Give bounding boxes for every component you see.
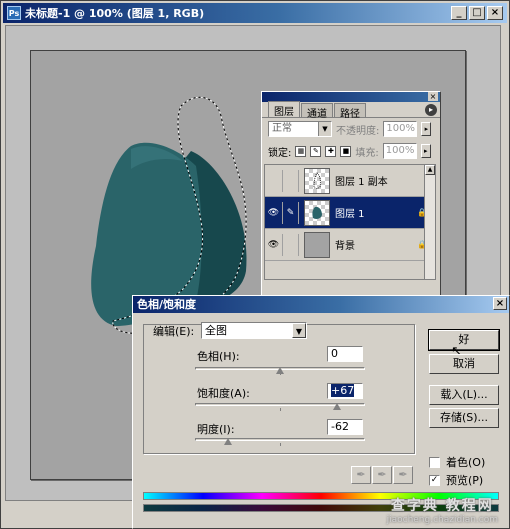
preview-box[interactable]: ✓ [429,474,440,486]
watermark-title: 查字典 教程网 [390,498,494,514]
eye-icon[interactable]: 👁 [265,233,283,256]
tab-layers[interactable]: 图层 [268,101,300,118]
edit-select[interactable]: 全图 ▼ [201,322,307,339]
link-toggle[interactable] [283,169,299,192]
layer-row-selected[interactable]: 👁 ✎ 图层 1 🔒 [265,197,435,229]
edit-value: 全图 [205,324,227,337]
layer-list-scrollbar[interactable]: ▲ [424,165,435,279]
panel-menu-icon[interactable]: ▸ [425,104,437,116]
tab-channels[interactable]: 通道 [301,103,333,120]
minimize-button[interactable]: _ [451,6,467,20]
lock-pixels-icon[interactable]: ✎ [310,145,322,157]
tab-paths[interactable]: 路径 [334,103,366,120]
link-toggle[interactable] [283,233,299,256]
dialog-titlebar[interactable]: 色相/饱和度 × [133,296,509,313]
saturation-label: 饱和度(A): [197,387,250,400]
saturation-slider-thumb[interactable] [333,403,341,410]
lock-position-icon[interactable]: ✚ [325,145,337,157]
watermark: 查字典 教程网 jiaocheng.chazidian.com [387,495,498,525]
blend-row: 正常 ▼ 不透明度: 100% ▸ [262,118,440,140]
brush-icon[interactable]: ✎ [283,201,299,224]
cancel-button[interactable]: 取消 [429,354,499,374]
document-title: 未标题-1 @ 100% (图层 1, RGB) [25,7,205,20]
document-titlebar[interactable]: Ps 未标题-1 @ 100% (图层 1, RGB) _ □ × [3,3,507,23]
opacity-arrow-icon[interactable]: ▸ [421,122,432,136]
layer-row[interactable]: 图层 1 副本 [265,165,435,197]
visibility-toggle[interactable] [265,169,283,192]
layer-thumbnail [304,199,330,226]
preview-checkbox[interactable]: ✓ 预览(P) [429,472,483,488]
adjustment-group [143,324,415,454]
blend-mode-value: 正常 [272,123,292,134]
close-button[interactable]: × [487,6,503,20]
lock-transparency-icon[interactable]: ▦ [295,145,307,157]
save-button[interactable]: 存储(S)... [429,408,499,428]
lightness-label: 明度(I): [197,423,235,436]
layer-name: 图层 1 [335,209,365,220]
eyedropper-icon[interactable]: ✒ [351,466,371,484]
fill-label: 填充: [355,147,379,159]
layer-row[interactable]: 👁 背景 🔒 [265,229,435,261]
layers-panel-tabs: 图层 通道 路径 ▸ [262,101,440,120]
scroll-up-icon[interactable]: ▲ [425,165,435,175]
photoshop-icon: Ps [7,6,21,20]
hue-input[interactable]: 0 [327,346,363,362]
layer-name: 背景 [335,241,355,252]
colorize-label: 着色(O) [446,456,486,469]
maximize-button[interactable]: □ [469,6,485,20]
lock-label: 锁定: [268,147,292,159]
chevron-down-icon: ▼ [318,122,331,136]
fill-arrow-icon[interactable]: ▸ [420,144,431,158]
opacity-label: 不透明度: [336,125,380,137]
saturation-input[interactable]: +67 [327,383,363,399]
edit-label: 编辑(E): [153,325,195,338]
lightness-slider-thumb[interactable] [224,438,232,445]
dialog-title: 色相/饱和度 [137,298,197,311]
saturation-value: +67 [331,384,355,397]
lightness-center-tick [280,443,281,446]
layers-panel: × 图层 通道 路径 ▸ 正常 ▼ 不透明度: 100% ▸ 锁定: ▦ ✎ ✚… [261,91,441,301]
hue-label: 色相(H): [197,350,240,363]
eyedropper-tools: ✒ ✒ ✒ [351,466,413,484]
preview-label: 预览(P) [446,474,484,487]
eyedropper-minus-icon[interactable]: ✒ [393,466,413,484]
layer-thumbnail [304,167,330,194]
layer-thumbnail [304,231,330,258]
chevron-down-icon: ▼ [292,323,306,338]
window-controls: _ □ × [451,6,503,20]
colorize-box[interactable] [429,456,440,468]
dialog-close-button[interactable]: × [493,297,507,310]
lightness-slider-track[interactable] [195,438,365,441]
hue-slider-thumb[interactable] [276,367,284,374]
lock-all-icon[interactable]: ■ [340,145,352,157]
layer-list: 图层 1 副本 👁 ✎ 图层 1 🔒 👁 背景 🔒 ▲ [264,164,436,280]
hue-saturation-dialog: 色相/饱和度 × 编辑(E): 全图 ▼ 色相(H): 0 饱和度(A): +6… [132,295,510,529]
blend-mode-select[interactable]: 正常 ▼ [268,121,332,137]
fill-field[interactable]: 100% [382,143,417,159]
eyedropper-plus-icon[interactable]: ✒ [372,466,392,484]
load-button[interactable]: 载入(L)... [429,385,499,405]
watermark-url: jiaocheng.chazidian.com [386,515,498,525]
eye-icon[interactable]: 👁 [265,201,283,224]
colorize-checkbox[interactable]: 着色(O) [429,454,485,470]
opacity-field[interactable]: 100% [383,121,418,137]
layer-name: 图层 1 副本 [335,177,388,188]
saturation-center-tick [280,408,281,411]
lock-row: 锁定: ▦ ✎ ✚ ■ 填充: 100% ▸ [262,140,440,162]
lightness-input[interactable]: -62 [327,419,363,435]
ok-button[interactable]: 好 [428,329,500,351]
panel-close-button[interactable]: × [428,92,438,101]
